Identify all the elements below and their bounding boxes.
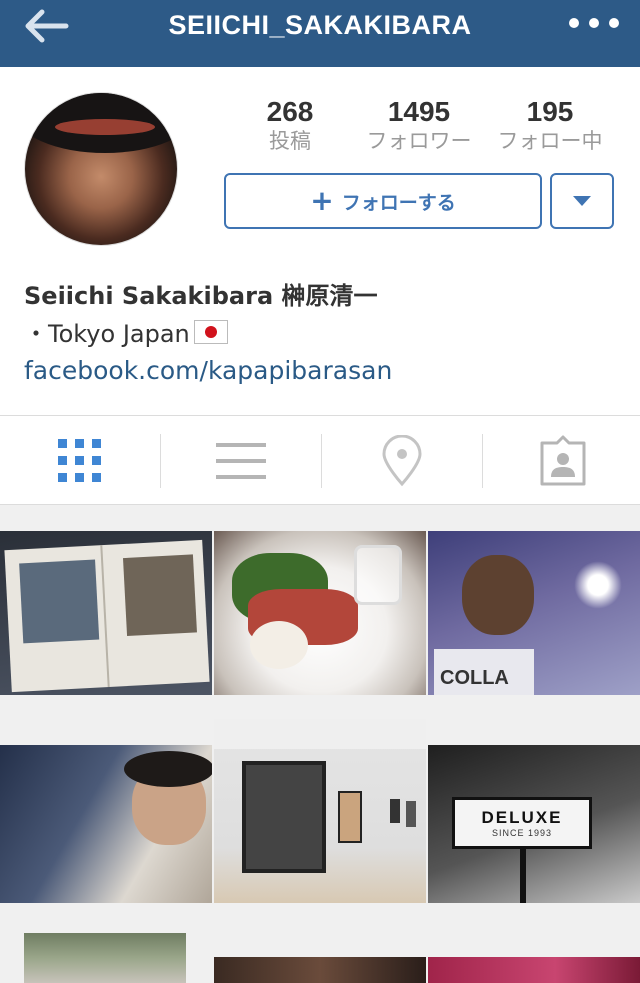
t-shirt-print: COLLA: [440, 667, 509, 689]
deluxe-sign-text: DELUXE: [481, 808, 563, 827]
deluxe-signboard: DELUXE SINCE 1993: [452, 797, 592, 849]
stat-posts-count: 268: [266, 96, 314, 127]
profile-username-title: SEIICHI_SAKAKIBARA: [168, 10, 472, 40]
japan-flag-icon: [193, 319, 228, 344]
stat-following-label: フォロー中: [497, 129, 603, 153]
stat-following-count: 195: [526, 96, 574, 127]
profile-avatar[interactable]: [24, 92, 178, 246]
small-frame: [338, 791, 362, 843]
suggestions-dropdown-button[interactable]: [550, 173, 614, 229]
photo-thumbnail-food[interactable]: [214, 531, 426, 695]
magazine-page: [4, 539, 210, 693]
back-button[interactable]: [18, 6, 74, 46]
more-dots-icon: [569, 18, 619, 28]
bio-text: ・Tokyo Japan: [24, 320, 190, 348]
photo-thumbnail-pink[interactable]: [428, 957, 640, 983]
photo-thumbnail-clothing-rack[interactable]: [0, 745, 212, 903]
photo-thumbnail-gallery[interactable]: [214, 719, 426, 903]
chevron-down-icon: [573, 196, 591, 206]
photo-grid: COLLA DELUXE SINCE 1993: [0, 505, 640, 983]
hat: [124, 751, 212, 787]
follow-button-label: フォローする: [341, 191, 456, 214]
small-frame: [390, 799, 400, 823]
tagged-person-icon: [540, 435, 586, 486]
small-frame: [406, 801, 416, 827]
photo-thumbnail-deluxe-sign[interactable]: DELUXE SINCE 1993: [428, 745, 640, 903]
tab-list-view[interactable]: [161, 416, 321, 506]
grid-icon: [58, 439, 101, 482]
glass: [354, 545, 402, 605]
back-arrow-icon: [25, 9, 69, 43]
tab-location-view[interactable]: [322, 416, 482, 506]
profile-full-name: Seiichi Sakakibara 榊原清一: [24, 282, 378, 310]
top-navigation-bar: SEIICHI_SAKAKIBARA: [0, 0, 640, 67]
profile-website-link[interactable]: facebook.com/kapapibarasan: [24, 356, 392, 385]
stat-followers[interactable]: 1495 フォロワー: [358, 96, 480, 154]
tab-tagged-view[interactable]: [483, 416, 640, 506]
stat-following[interactable]: 195 フォロー中: [488, 96, 612, 154]
deluxe-sign-subtext: SINCE 1993: [491, 828, 553, 838]
cauliflower: [250, 621, 308, 669]
profile-stats: 268 投稿 1495 フォロワー 195 フォロー中: [224, 96, 616, 156]
sign-pole: [520, 849, 526, 903]
profile-bio: ・Tokyo Japan: [24, 314, 228, 349]
tab-grid-view[interactable]: [0, 416, 160, 506]
photo-thumbnail-dark[interactable]: [214, 957, 426, 983]
person-face: [462, 555, 534, 635]
list-icon: [216, 443, 266, 479]
plus-icon: +: [310, 184, 334, 217]
large-frame: [242, 761, 326, 873]
more-options-button[interactable]: [564, 8, 624, 38]
profile-view-tabs: [0, 415, 640, 505]
avatar-headband: [55, 119, 155, 135]
photo-thumbnail-night-selfie[interactable]: COLLA: [428, 531, 640, 695]
photo-thumbnail-magazine[interactable]: [0, 531, 212, 695]
stat-posts-label: 投稿: [269, 129, 311, 153]
street-light: [574, 561, 622, 609]
stat-followers-count: 1495: [387, 96, 451, 127]
follow-button[interactable]: + フォローする: [224, 173, 542, 229]
stat-followers-label: フォロワー: [366, 129, 472, 153]
location-pin-icon: [382, 435, 422, 487]
photo-thumbnail-garden[interactable]: [24, 933, 186, 983]
stat-posts[interactable]: 268 投稿: [242, 96, 338, 154]
